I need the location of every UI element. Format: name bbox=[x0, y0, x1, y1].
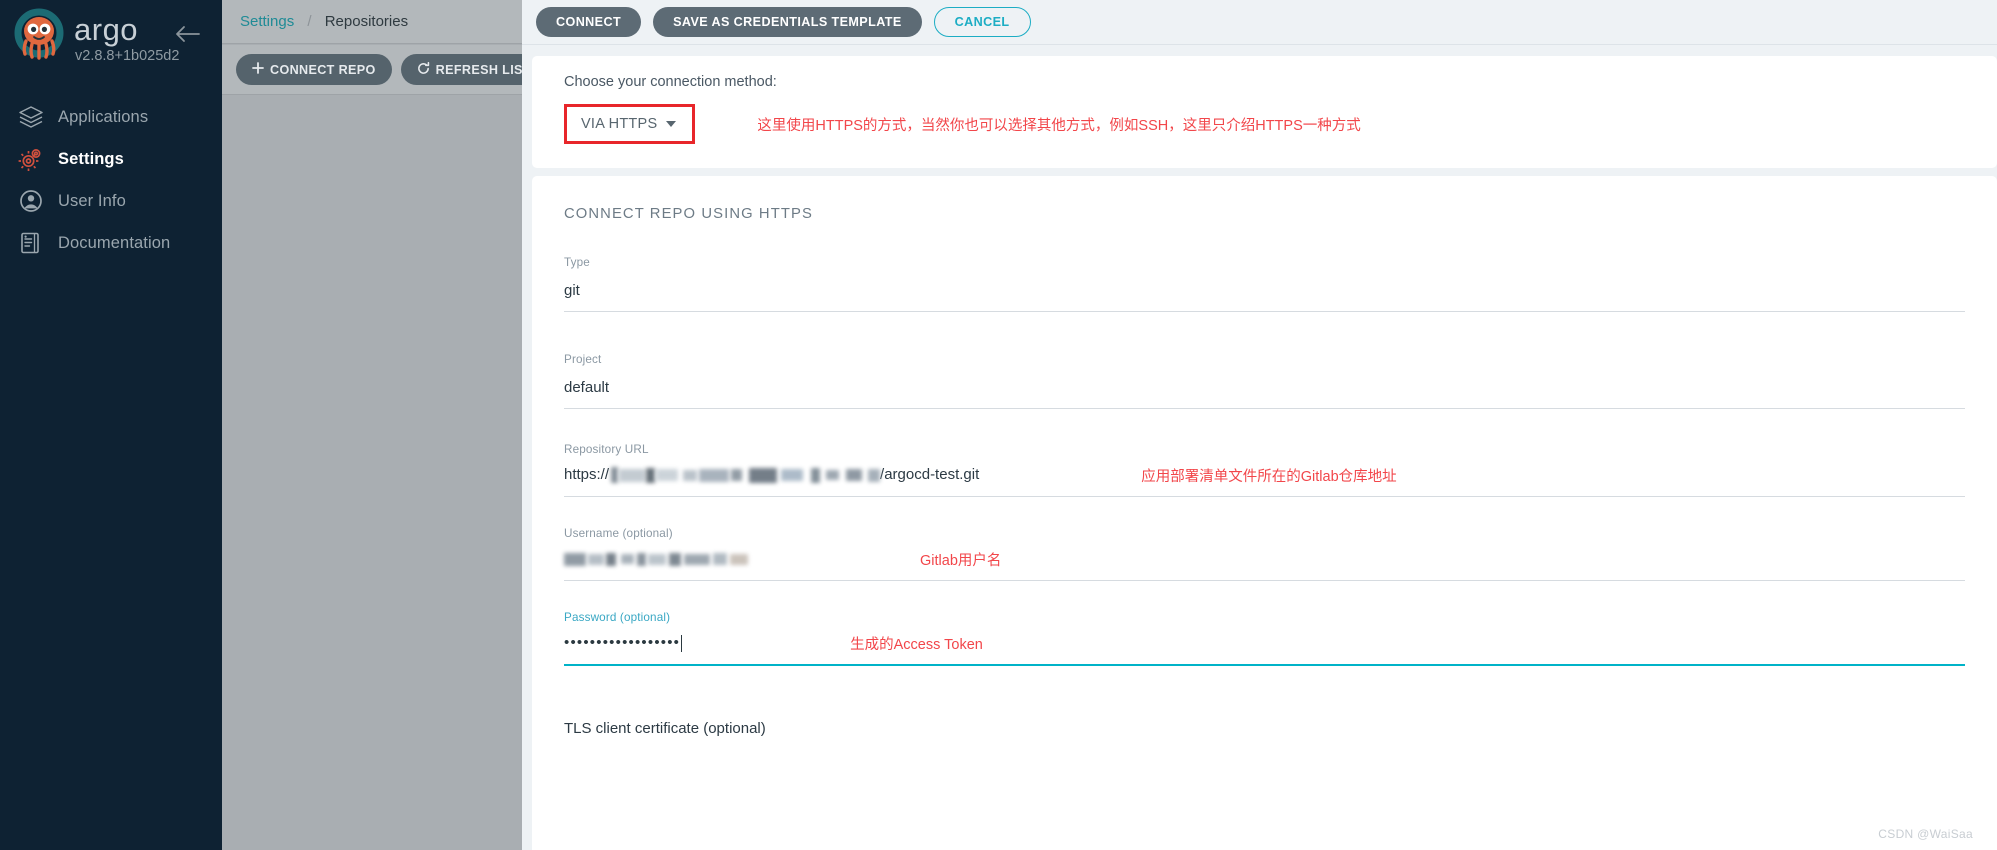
brand-name: argo bbox=[74, 12, 139, 47]
sidebar-item-label: Applications bbox=[58, 107, 149, 126]
password-masked-value: •••••••••••••••••• bbox=[564, 634, 681, 651]
sidebar-item-label: Documentation bbox=[58, 233, 171, 252]
field-label: Repository URL bbox=[564, 443, 649, 456]
connect-repo-label: CONNECT REPO bbox=[270, 62, 376, 77]
url-suffix: /argocd-test.git bbox=[880, 466, 980, 483]
breadcrumb-current: Repositories bbox=[324, 13, 409, 30]
repositories-list-panel: Settings / Repositories CONNECT REPO REF… bbox=[222, 0, 547, 850]
sidebar-item-label: Settings bbox=[58, 149, 124, 168]
gear-icon bbox=[14, 144, 48, 174]
layers-icon bbox=[14, 102, 48, 132]
argo-octopus-logo-icon bbox=[11, 8, 67, 64]
breadcrumb: Settings / Repositories bbox=[222, 0, 522, 44]
list-toolbar: CONNECT REPO REFRESH LIST bbox=[222, 45, 547, 95]
field-underline bbox=[564, 408, 1965, 409]
cancel-button[interactable]: CANCEL bbox=[933, 7, 1031, 37]
connection-method-prompt: Choose your connection method: bbox=[564, 74, 777, 90]
annotation-username: Gitlab用户名 bbox=[920, 552, 1002, 569]
repository-url-input[interactable]: https:// /argocd-test.git bbox=[564, 462, 979, 488]
connection-method-value: VIA HTTPS bbox=[581, 116, 658, 132]
sidebar-item-settings[interactable]: Settings bbox=[0, 140, 222, 178]
book-icon bbox=[14, 228, 48, 258]
csdn-watermark: CSDN @WaiSaa bbox=[1878, 827, 1973, 841]
field-underline bbox=[564, 664, 1965, 666]
connect-repo-panel: CONNECT SAVE AS CREDENTIALS TEMPLATE CAN… bbox=[522, 0, 1997, 850]
connect-repo-button[interactable]: CONNECT REPO bbox=[236, 54, 392, 85]
tls-client-certificate-label: TLS client certificate (optional) bbox=[564, 720, 766, 737]
field-label: Username (optional) bbox=[564, 527, 673, 540]
field-underline bbox=[564, 496, 1965, 497]
username-input[interactable] bbox=[564, 546, 748, 572]
connection-method-dropdown[interactable]: VIA HTTPS bbox=[564, 104, 696, 144]
sidebar-item-user-info[interactable]: User Info bbox=[0, 182, 222, 220]
url-prefix: https:// bbox=[564, 466, 610, 483]
field-label: Password (optional) bbox=[564, 611, 671, 624]
connection-method-card: Choose your connection method: VIA HTTPS… bbox=[532, 56, 1997, 168]
sidebar-nav: Applications Settings User Info Document… bbox=[0, 98, 222, 262]
form-section-title: CONNECT REPO USING HTTPS bbox=[564, 206, 813, 222]
connect-button[interactable]: CONNECT bbox=[536, 7, 642, 37]
type-input[interactable]: git bbox=[564, 278, 1965, 304]
sidebar-item-documentation[interactable]: Documentation bbox=[0, 224, 222, 262]
field-underline bbox=[564, 580, 1965, 581]
panel-header-toolbar: CONNECT SAVE AS CREDENTIALS TEMPLATE CAN… bbox=[522, 0, 1997, 45]
brand-row: argo v2.8.8+1b025d2 bbox=[0, 0, 222, 72]
project-input[interactable]: default bbox=[564, 375, 1965, 401]
breadcrumb-separator: / bbox=[307, 13, 312, 30]
sidebar-item-applications[interactable]: Applications bbox=[0, 98, 222, 136]
field-label: Project bbox=[564, 353, 602, 366]
refresh-list-label: REFRESH LIST bbox=[435, 62, 531, 77]
refresh-icon bbox=[417, 61, 430, 78]
field-username: Username (optional) Gitlab用户名 bbox=[564, 527, 1965, 581]
user-circle-icon bbox=[14, 186, 48, 216]
breadcrumb-settings-link[interactable]: Settings bbox=[240, 13, 294, 30]
annotation-password: 生成的Access Token bbox=[850, 636, 983, 653]
chevron-down-icon bbox=[666, 121, 677, 127]
field-underline bbox=[564, 311, 1965, 312]
connect-repo-form-card: CONNECT REPO USING HTTPS Type git Projec… bbox=[532, 176, 1997, 850]
redacted-username bbox=[564, 552, 748, 566]
sidebar-item-label: User Info bbox=[58, 191, 126, 210]
text-cursor bbox=[681, 634, 683, 652]
field-project: Project default bbox=[564, 353, 1965, 409]
redacted-host bbox=[609, 467, 881, 483]
version-label: v2.8.8+1b025d2 bbox=[75, 48, 180, 64]
save-as-credentials-template-button[interactable]: SAVE AS CREDENTIALS TEMPLATE bbox=[653, 7, 922, 37]
field-type: Type git bbox=[564, 256, 1965, 312]
annotation-connection-method: 这里使用HTTPS的方式，当然你也可以选择其他方式，例如SSH，这里只介绍HTT… bbox=[757, 117, 1361, 134]
plus-icon bbox=[252, 62, 264, 77]
password-input[interactable]: •••••••••••••••••• bbox=[564, 630, 683, 656]
annotation-repository-url: 应用部署清单文件所在的Gitlab仓库地址 bbox=[1141, 468, 1397, 485]
field-password: Password (optional) •••••••••••••••••• 生… bbox=[564, 611, 1965, 666]
arrow-left-icon[interactable] bbox=[174, 24, 200, 44]
app-root: argo v2.8.8+1b025d2 Applications Setting… bbox=[0, 0, 1997, 850]
sidebar: argo v2.8.8+1b025d2 Applications Setting… bbox=[0, 0, 222, 850]
field-repository-url: Repository URL https:// /argocd-test.git… bbox=[564, 443, 1965, 497]
field-label: Type bbox=[564, 256, 590, 269]
